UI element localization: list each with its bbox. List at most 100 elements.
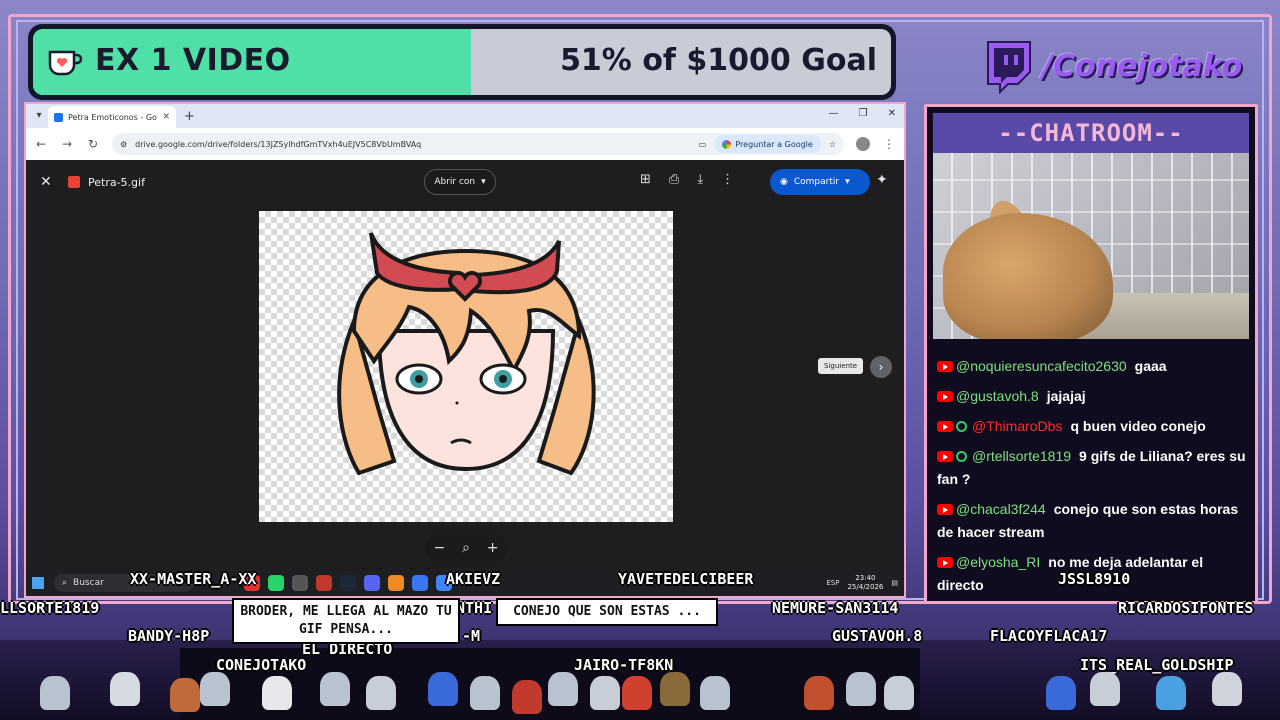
forward-icon[interactable]: → <box>60 137 74 151</box>
viewer-name: AKIEVZ <box>446 570 501 588</box>
creature-sprite <box>700 676 730 710</box>
share-button[interactable]: ◉ Compartir ▾ <box>770 169 870 195</box>
url-text: drive.google.com/drive/folders/13JZSylhd… <box>135 139 422 149</box>
viewer-name: JAIRO-TF8KN <box>574 656 674 674</box>
open-with-label: Abrir con <box>434 177 476 187</box>
youtube-icon <box>937 361 953 372</box>
ask-google-label: Preguntar a Google <box>735 139 813 149</box>
chat-text: q buen video conejo <box>1070 418 1206 434</box>
chat-header: --CHATROOM-- <box>933 113 1249 153</box>
youtube-icon <box>937 391 953 402</box>
viewer-filename: Petra-5.gif <box>88 175 145 189</box>
omnibar: ← → ↻ ⚙ drive.google.com/drive/folders/1… <box>26 128 904 160</box>
creature-sprite <box>200 672 230 706</box>
chat-text: jajajaj <box>1046 388 1086 404</box>
creature-sprite <box>428 672 458 706</box>
goal-progress-text: 51% of $1000 Goal <box>560 43 877 78</box>
caret-down-icon: ▾ <box>481 177 486 187</box>
more-options-icon[interactable]: ⋮ <box>721 172 734 187</box>
next-file-chevron-icon[interactable]: › <box>870 356 892 378</box>
drive-favicon-icon <box>54 112 63 122</box>
chat-username[interactable]: @chacal3f244 <box>956 501 1046 517</box>
viewer-name: RICARDOSIFONTES <box>1118 599 1254 617</box>
zoom-controls: − ⌕ + <box>425 534 507 562</box>
gif-file-icon <box>68 176 80 188</box>
reload-icon[interactable]: ↻ <box>86 137 100 151</box>
chat-username[interactable]: @noquieresuncafecito2630 <box>956 358 1127 374</box>
creature-sprite <box>470 676 500 710</box>
site-info-icon[interactable]: ⚙ <box>120 140 127 149</box>
bookmark-star-icon[interactable]: ☆ <box>829 140 836 149</box>
download-icon[interactable]: ⤓ <box>697 172 703 187</box>
google-icon <box>722 139 732 149</box>
zoom-magnifier-icon[interactable]: ⌕ <box>462 540 470 556</box>
cast-icon[interactable]: ▭ <box>699 140 707 149</box>
tab-strip: ▾ Petra Emoticonos - Google Drive ✕ + — … <box>26 104 904 128</box>
zoom-in-icon[interactable]: + <box>487 540 499 556</box>
viewer-name: BANDY-H8P <box>128 627 210 645</box>
add-shortcut-icon[interactable]: ⊞ <box>640 172 651 187</box>
creature-sprite <box>804 676 834 710</box>
character-emote-icon <box>337 232 596 476</box>
close-viewer-icon[interactable]: ✕ <box>40 174 60 190</box>
chat-message: @chacal3f244 conejo que son estas horas d… <box>937 498 1251 544</box>
goal-track: EX 1 VIDEO 51% of $1000 Goal <box>33 29 891 95</box>
creature-sprite <box>1046 676 1076 710</box>
kofi-cup-icon <box>48 50 83 76</box>
browser-window: ▾ Petra Emoticonos - Google Drive ✕ + — … <box>24 102 906 598</box>
chat-username[interactable]: @ThimaroDbs <box>972 418 1062 434</box>
print-icon[interactable]: ⎙ <box>669 172 679 187</box>
tab-title: Petra Emoticonos - Google Drive <box>68 112 157 122</box>
youtube-icon <box>937 421 953 432</box>
creature-sprite <box>622 676 652 710</box>
maximize-icon[interactable]: ❐ <box>859 108 868 119</box>
tab-search-icon[interactable]: ▾ <box>30 108 48 124</box>
share-label: Compartir <box>793 177 840 187</box>
twitch-icon <box>987 41 1031 94</box>
goal-bar: EX 1 VIDEO 51% of $1000 Goal <box>28 24 896 100</box>
ask-google-button[interactable]: Preguntar a Google <box>714 135 821 153</box>
chat-username[interactable]: @gustavoh.8 <box>956 388 1039 404</box>
chat-message: @ThimaroDbs q buen video conejo <box>937 415 1251 438</box>
creature-sprite <box>884 676 914 710</box>
gemini-sparkle-icon[interactable]: ✦ <box>876 172 888 188</box>
menu-dots-icon[interactable]: ⋮ <box>882 137 896 151</box>
chat-message: @noquieresuncafecito2630 gaaa <box>937 355 1251 378</box>
new-tab-icon[interactable]: + <box>184 109 195 124</box>
goal-title: EX 1 VIDEO <box>95 43 291 78</box>
address-bar[interactable]: ⚙ drive.google.com/drive/folders/13JZSyl… <box>112 133 844 155</box>
viewer-name: GUSTAVOH.8 <box>832 627 923 645</box>
profile-avatar[interactable] <box>856 137 870 151</box>
twitch-name: /Conejotako <box>1042 48 1243 84</box>
twitch-handle: /Conejotako <box>980 38 1242 94</box>
viewer-name: FLACOYFLACA17 <box>990 627 1108 645</box>
window-controls: — ❐ ✕ <box>829 108 896 119</box>
open-with-button[interactable]: Abrir con ▾ <box>424 169 496 195</box>
viewer-name: LLSORTE1819 <box>0 599 100 617</box>
viewer-name: CONEJOTAKO <box>216 656 307 674</box>
member-badge-icon <box>956 451 967 462</box>
close-tab-icon[interactable]: ✕ <box>162 112 170 122</box>
close-window-icon[interactable]: ✕ <box>888 108 896 119</box>
gif-preview <box>259 211 673 522</box>
browser-tab[interactable]: Petra Emoticonos - Google Drive ✕ <box>48 106 176 128</box>
creature-sprite <box>1212 672 1242 706</box>
creature-sprite <box>660 672 690 706</box>
drive-file-viewer: ✕ Petra-5.gif Abrir con ▾ ⊞ ⎙ ⤓ ⋮ ◉ Comp… <box>26 160 904 596</box>
creature-sprite <box>1156 676 1186 710</box>
creature-sprite <box>40 676 70 710</box>
creature-sprite <box>170 678 200 712</box>
speech-bubble: CONEJO QUE SON ESTAS ... <box>496 598 718 626</box>
viewer-tools: ⊞ ⎙ ⤓ ⋮ <box>640 172 734 187</box>
share-caret-icon: ▾ <box>845 177 850 187</box>
viewer-name: XX-MASTER_A-XX <box>130 570 257 588</box>
back-icon[interactable]: ← <box>34 137 48 151</box>
chat-username[interactable]: @rtellsorte1819 <box>972 448 1071 464</box>
creature-sprite <box>1090 672 1120 706</box>
zoom-out-icon[interactable]: − <box>433 540 445 556</box>
creature-sprite <box>512 680 542 714</box>
next-tooltip: Siguiente <box>818 358 864 374</box>
chat-panel: --CHATROOM-- @noquieresuncafecito2630 gaa… <box>924 104 1258 604</box>
minimize-icon[interactable]: — <box>829 108 839 119</box>
chat-message: @rtellsorte1819 9 gifs de Liliana? eres s… <box>937 445 1251 491</box>
